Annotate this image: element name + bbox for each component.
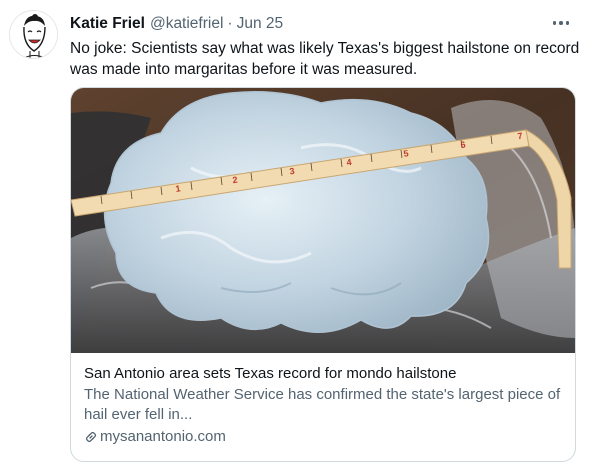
card-image[interactable]: 1234567	[71, 88, 575, 353]
link-preview-card[interactable]: 1234567 San Antonio area sets Texas reco…	[70, 87, 576, 462]
avatar-illustration	[10, 11, 57, 58]
header-separator: ·	[227, 15, 233, 32]
author-handle[interactable]: @katiefriel	[150, 15, 223, 33]
tweet-text: No joke: Scientists say what was likely …	[70, 40, 580, 78]
card-domain[interactable]: mysanantonio.com	[84, 428, 564, 445]
card-body[interactable]: San Antonio area sets Texas record for m…	[84, 364, 564, 445]
card-title[interactable]: San Antonio area sets Texas record for m…	[84, 364, 564, 384]
card-domain-text[interactable]: mysanantonio.com	[100, 428, 226, 445]
more-horizontal-icon	[552, 21, 570, 25]
tweet-header: Katie Friel @katiefriel · Jun 25	[70, 13, 283, 35]
tweet[interactable]: Katie Friel @katiefriel · Jun 25 No joke…	[0, 0, 591, 470]
card-description: The National Weather Service has confirm…	[84, 386, 561, 423]
link-icon	[84, 430, 98, 444]
tweet-date[interactable]: Jun 25	[237, 15, 284, 33]
author-name[interactable]: Katie Friel	[70, 15, 145, 33]
hailstone-photo: 1234567	[71, 88, 575, 353]
author-avatar[interactable]	[9, 10, 58, 59]
more-options-button[interactable]	[549, 13, 573, 33]
